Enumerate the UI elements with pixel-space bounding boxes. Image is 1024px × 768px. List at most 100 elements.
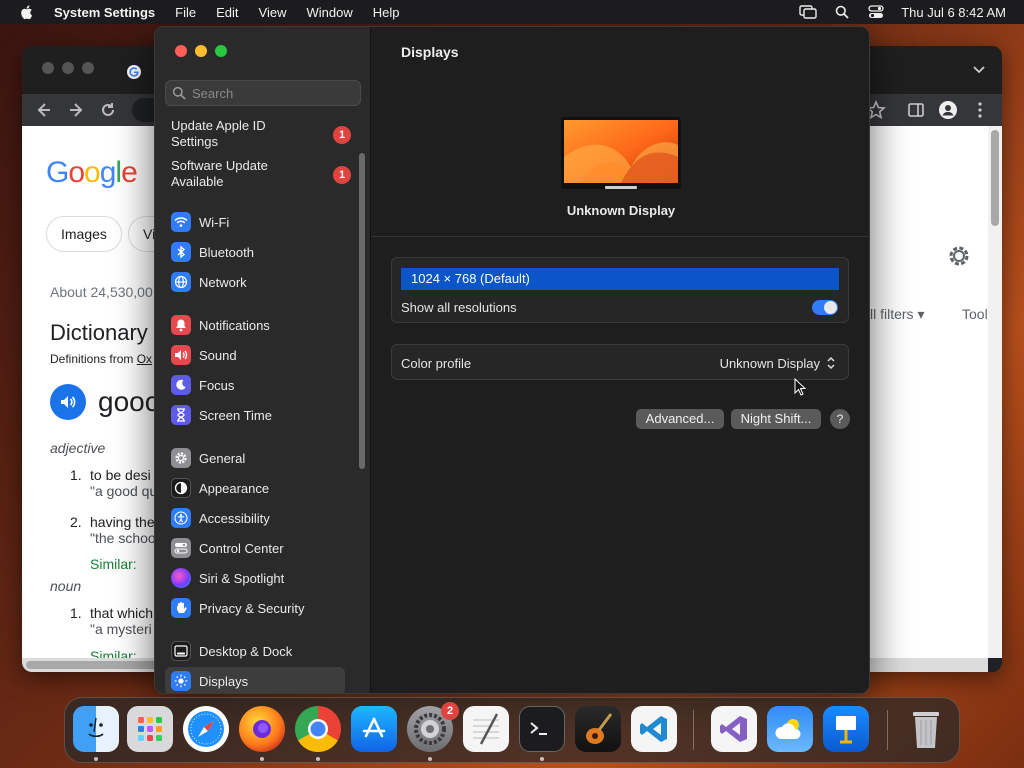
menu-help[interactable]: Help xyxy=(373,5,400,20)
google-logo[interactable]: Google xyxy=(46,156,138,190)
definition-text: that which xyxy=(90,605,154,621)
sidebar-item-label: Focus xyxy=(199,377,235,393)
sidebar-item-label: Notifications xyxy=(199,317,270,333)
hand-icon xyxy=(171,598,191,618)
sidebar-item-label: Control Center xyxy=(199,540,284,556)
sidebar-item-notifications[interactable]: Notifications xyxy=(165,311,345,339)
side-panel-icon[interactable] xyxy=(906,100,926,120)
dock-garageband-icon[interactable] xyxy=(575,706,621,752)
apple-menu-icon[interactable] xyxy=(18,3,36,21)
back-icon[interactable] xyxy=(34,100,54,120)
browser-close-button[interactable] xyxy=(42,62,54,74)
menu-app-name[interactable]: System Settings xyxy=(54,5,155,20)
sidebar-item-network[interactable]: Network xyxy=(165,268,345,296)
scrollbar-thumb[interactable] xyxy=(991,130,999,226)
forward-icon[interactable] xyxy=(66,100,86,120)
window-zoom-button[interactable] xyxy=(215,45,227,57)
browser-zoom-button[interactable] xyxy=(82,62,94,74)
system-settings-window: Update Apple ID Settings 1 Software Upda… xyxy=(154,26,870,694)
similar-label: Similar: xyxy=(90,648,137,658)
definitions-source-link[interactable]: Ox xyxy=(137,352,152,366)
sidebar-item-focus[interactable]: Focus xyxy=(165,371,345,399)
sidebar-item-label: Wi-Fi xyxy=(199,214,230,230)
tab-search-chevron-icon[interactable] xyxy=(973,66,985,74)
sidebar-item-appearance[interactable]: Appearance xyxy=(165,474,345,502)
running-indicator xyxy=(316,757,320,761)
globe-icon xyxy=(171,272,191,292)
page-vertical-scrollbar[interactable] xyxy=(988,126,1002,658)
settings-search-box[interactable] xyxy=(165,80,361,106)
color-profile-select[interactable]: Unknown Display xyxy=(720,356,820,371)
up-down-chevron-icon[interactable] xyxy=(824,355,838,371)
browser-menu-icon[interactable] xyxy=(970,100,990,120)
dock-finder-icon[interactable] xyxy=(73,706,119,752)
tools-button[interactable]: Tool xyxy=(962,306,988,322)
spotlight-search-icon[interactable] xyxy=(833,3,851,21)
sidebar-item-screen-time[interactable]: Screen Time xyxy=(165,401,345,429)
sun-icon xyxy=(171,671,191,691)
running-indicator xyxy=(540,757,544,761)
speaker-icon xyxy=(171,345,191,365)
google-favicon-icon[interactable] xyxy=(126,64,142,80)
pronunciation-speaker-icon[interactable] xyxy=(50,384,86,420)
menu-view[interactable]: View xyxy=(259,5,287,20)
notice-update-apple-id[interactable]: Update Apple ID Settings 1 xyxy=(171,118,351,150)
dock-visual-studio-icon[interactable] xyxy=(711,706,757,752)
browser-minimize-button[interactable] xyxy=(62,62,74,74)
dock-safari-icon[interactable] xyxy=(183,706,229,752)
help-button[interactable]: ? xyxy=(830,409,850,429)
all-filters-button[interactable]: ll filters ▾ xyxy=(870,306,924,323)
sidebar-item-label: Accessibility xyxy=(199,510,270,526)
sidebar-scrollbar[interactable] xyxy=(359,153,365,469)
night-shift-button[interactable]: Night Shift... xyxy=(731,409,821,429)
menu-file[interactable]: File xyxy=(175,5,196,20)
reload-icon[interactable] xyxy=(98,100,118,120)
dock-vscode-icon[interactable] xyxy=(631,706,677,752)
advanced-button[interactable]: Advanced... xyxy=(636,409,724,429)
sidebar-item-sound[interactable]: Sound xyxy=(165,341,345,369)
notification-badge: 1 xyxy=(333,166,351,184)
sidebar-item-general[interactable]: General xyxy=(165,444,345,472)
notice-software-update[interactable]: Software Update Available 1 xyxy=(171,158,351,190)
control-center-icon[interactable] xyxy=(867,3,885,21)
screen-mirroring-icon[interactable] xyxy=(799,3,817,21)
sidebar-item-label: Displays xyxy=(199,673,249,689)
running-indicator xyxy=(94,757,98,761)
show-all-resolutions-toggle[interactable] xyxy=(812,300,838,315)
dock-terminal-icon[interactable] xyxy=(519,706,565,752)
sidebar-item-label: General xyxy=(199,450,246,466)
resolution-option-selected[interactable]: 1024 × 768 (Default) xyxy=(401,268,839,290)
filter-images[interactable]: Images xyxy=(46,216,122,252)
menu-edit[interactable]: Edit xyxy=(216,5,238,20)
sidebar-item-wifi[interactable]: Wi-Fi xyxy=(165,208,345,236)
dock-chrome-icon[interactable] xyxy=(295,706,341,752)
dock-trash-icon[interactable] xyxy=(903,706,949,752)
color-profile-label: Color profile xyxy=(401,356,472,371)
display-preview-icon[interactable] xyxy=(561,117,681,189)
search-settings-gear-icon[interactable] xyxy=(946,243,972,269)
notification-badge: 2 xyxy=(441,702,459,720)
sidebar-item-control-center[interactable]: Control Center xyxy=(165,534,345,562)
settings-search-input[interactable] xyxy=(192,85,352,101)
appearance-icon xyxy=(171,478,191,498)
sidebar-item-displays[interactable]: Displays xyxy=(165,667,345,693)
dock-keynote-icon[interactable] xyxy=(823,706,869,752)
control-center-icon xyxy=(171,538,191,558)
dock-weather-icon[interactable] xyxy=(767,706,813,752)
dock-firefox-icon[interactable] xyxy=(239,706,285,752)
menu-window[interactable]: Window xyxy=(306,5,352,20)
sidebar-item-desktop-dock[interactable]: Desktop & Dock xyxy=(165,637,345,665)
window-minimize-button[interactable] xyxy=(195,45,207,57)
sidebar-item-bluetooth[interactable]: Bluetooth xyxy=(165,238,345,266)
sidebar-item-privacy-security[interactable]: Privacy & Security xyxy=(165,594,345,622)
sidebar-item-siri-spotlight[interactable]: Siri & Spotlight xyxy=(165,564,345,592)
sidebar-item-accessibility[interactable]: Accessibility xyxy=(165,504,345,532)
dock-launchpad-icon[interactable] xyxy=(127,706,173,752)
menu-bar-clock[interactable]: Thu Jul 6 8:42 AM xyxy=(901,5,1006,20)
running-indicator xyxy=(260,757,264,761)
window-close-button[interactable] xyxy=(175,45,187,57)
dock-app-store-icon[interactable] xyxy=(351,706,397,752)
dock-textedit-icon[interactable] xyxy=(463,706,509,752)
section-divider xyxy=(371,236,869,237)
profile-avatar-icon[interactable] xyxy=(938,100,958,120)
